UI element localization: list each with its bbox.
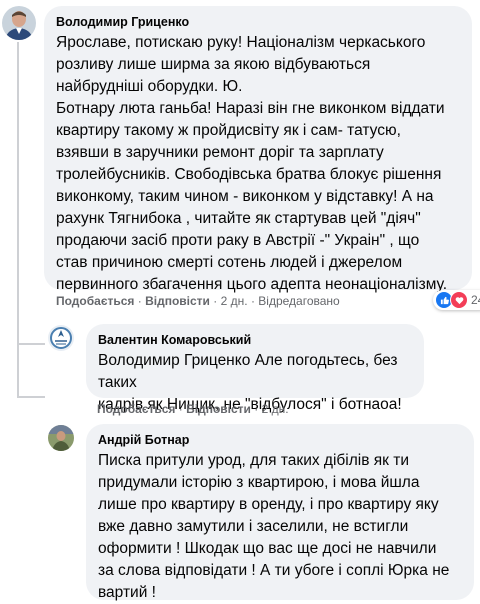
reply-button-1[interactable]: Відповісти — [145, 294, 210, 308]
comment-actions-2: Подобається · Відповісти · 2 дн. — [97, 401, 289, 417]
comment-time-2[interactable]: 2 дн. — [262, 402, 289, 416]
comment-bubble-2: Валентин Комаровський Володимир Гриценко… — [86, 324, 424, 413]
like-button-1[interactable]: Подобається — [56, 294, 134, 308]
separator: · — [213, 294, 218, 308]
thread-line-curve-1 — [17, 343, 45, 345]
separator: · — [250, 294, 255, 308]
avatar-comment-2[interactable] — [48, 325, 74, 351]
comment-bubble-3: Андрій Ботнар Писка притули урод, для та… — [86, 424, 474, 601]
thread-line-curve-2 — [17, 396, 45, 398]
separator: · — [254, 402, 259, 416]
comment-author-3[interactable]: Андрій Ботнар — [98, 432, 462, 448]
comment-actions-1: Подобається · Відповісти · 2 дн. · Відре… — [56, 293, 340, 309]
separator: · — [137, 294, 142, 308]
reply-button-2[interactable]: Відповісти — [186, 402, 251, 416]
like-button-2[interactable]: Подобається — [97, 402, 175, 416]
avatar-comment-1[interactable] — [2, 6, 36, 40]
reaction-count-1: 24 — [471, 293, 480, 307]
comment-time-1[interactable]: 2 дн. — [221, 294, 248, 308]
comment-author-2[interactable]: Валентин Комаровський — [98, 332, 412, 348]
edited-label-1: Відредаговано — [258, 294, 340, 308]
avatar-comment-3[interactable] — [48, 425, 74, 451]
comment-text-3: Писка притули урод, для таких дібілів як… — [98, 452, 450, 601]
reaction-summary-1[interactable]: 24 — [433, 290, 480, 310]
comment-text-1: Ярославе, потискаю руку! Націоналізм чер… — [56, 34, 448, 293]
love-icon — [450, 291, 468, 309]
comment-bubble-1: Володимир Гриценко Ярославе, потискаю ру… — [44, 6, 472, 293]
comment-author-1[interactable]: Володимир Гриценко — [56, 14, 460, 30]
separator: · — [178, 402, 183, 416]
